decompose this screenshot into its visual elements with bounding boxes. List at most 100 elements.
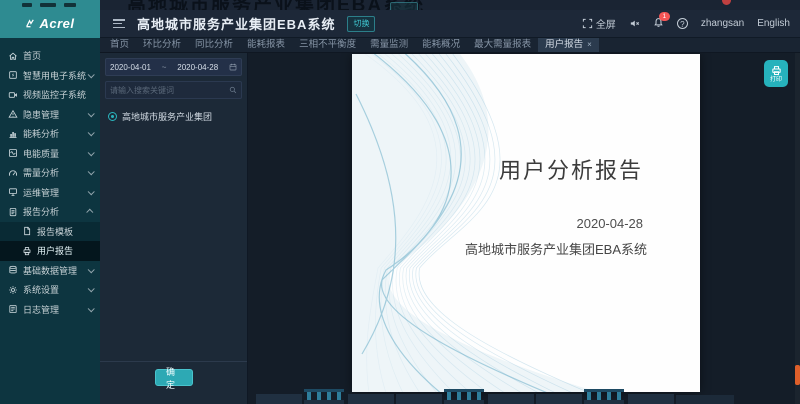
- date-start[interactable]: 2020-04-01: [110, 63, 151, 72]
- report-page: 用户分析报告 2020-04-28 高地城市服务产业集团EBA系统: [352, 54, 700, 392]
- energy-analysis-icon: [8, 129, 18, 139]
- sidebar-item-label: 隐患管理: [23, 108, 88, 121]
- sidebar-item-11[interactable]: 日志管理: [0, 300, 100, 320]
- mute-icon[interactable]: [629, 18, 640, 29]
- fullscreen-label: 全屏: [596, 16, 616, 31]
- hazard-icon: [8, 109, 18, 119]
- tab-4[interactable]: 三相不平衡度: [292, 38, 363, 52]
- chevron-down-icon: [88, 266, 95, 273]
- ghost-badge: [722, 0, 731, 5]
- fullscreen-icon: [582, 18, 593, 29]
- fullscreen-button[interactable]: 全屏: [582, 16, 616, 31]
- app-title: 高地城市服务产业集团EBA系统: [137, 14, 335, 33]
- sidebar-item-label: 用户报告: [37, 244, 93, 257]
- report-date: 2020-04-28: [577, 216, 644, 231]
- tab-8[interactable]: 用户报告 ×: [538, 38, 599, 52]
- settings-icon: [8, 285, 18, 295]
- tree-node-root[interactable]: 高地城市服务产业集团: [105, 110, 242, 123]
- sidebar-item-7[interactable]: 运维管理: [0, 183, 100, 203]
- acrel-logo-icon: [25, 18, 36, 29]
- tab-3[interactable]: 能耗报表: [240, 38, 292, 52]
- log-icon: [8, 304, 18, 314]
- confirm-button[interactable]: 确 定: [155, 369, 193, 386]
- date-end[interactable]: 2020-04-28: [177, 63, 218, 72]
- radio-selected-icon[interactable]: [108, 112, 117, 121]
- sidebar-item-label: 电能质量: [23, 147, 88, 160]
- report-subtitle: 高地城市服务产业集团EBA系统: [465, 239, 647, 258]
- date-range-picker[interactable]: 2020-04-01 ~ 2020-04-28: [105, 58, 242, 76]
- tab-label: 三相不平衡度: [299, 38, 356, 52]
- ghost-switch-button: [390, 2, 418, 10]
- sidebar-item-label: 智慧用电子系统: [23, 69, 88, 82]
- tab-bar: 首页环比分析同比分析能耗报表三相不平衡度需量监测能耗概况最大需量报表用户报告 ×: [100, 38, 800, 53]
- tab-close-icon[interactable]: ×: [587, 41, 592, 49]
- sidebar-item-label: 基础数据管理: [23, 264, 88, 277]
- sidebar-item-8[interactable]: 报告分析: [0, 202, 100, 222]
- chevron-down-icon: [88, 188, 95, 195]
- logo-text: Acrel: [39, 16, 74, 31]
- search-icon[interactable]: [229, 86, 237, 94]
- panel-divider: [100, 361, 247, 362]
- sidebar-item-4[interactable]: 能耗分析: [0, 124, 100, 144]
- sidebar-item-label: 需量分析: [23, 166, 88, 179]
- search-box: [105, 81, 242, 99]
- video-icon: [8, 90, 18, 100]
- sidebar-item-sub-0[interactable]: 报告模板: [0, 222, 100, 242]
- chevron-down-icon: [88, 130, 95, 137]
- tab-7[interactable]: 最大需量报表: [467, 38, 538, 52]
- menu-toggle-icon[interactable]: [113, 19, 125, 28]
- sidebar-item-3[interactable]: 隐患管理: [0, 105, 100, 125]
- tree-node-label: 高地城市服务产业集团: [122, 110, 212, 123]
- chevron-down-icon: [88, 305, 95, 312]
- sidebar: 首页智慧用电子系统视频监控子系统隐患管理能耗分析电能质量需量分析运维管理报告分析…: [0, 38, 100, 404]
- sidebar-item-6[interactable]: 需量分析: [0, 163, 100, 183]
- tab-label: 最大需量报表: [474, 38, 531, 52]
- sidebar-item-10[interactable]: 系统设置: [0, 280, 100, 300]
- ghost-title: 高地城市服务产业集团EBA系统: [127, 0, 425, 10]
- language-switcher[interactable]: English: [757, 18, 790, 29]
- sidebar-item-1[interactable]: 智慧用电子系统: [0, 66, 100, 86]
- header-actions: 全屏 1 ? zhangsan English: [582, 16, 800, 31]
- sidebar-item-label: 报告分析: [23, 205, 88, 218]
- tab-label: 首页: [110, 38, 129, 52]
- sidebar-item-2[interactable]: 视频监控子系统: [0, 85, 100, 105]
- sidebar-item-label: 视频监控子系统: [23, 88, 93, 101]
- username[interactable]: zhangsan: [701, 18, 744, 29]
- scrollbar-thumb[interactable]: [795, 365, 800, 385]
- tab-5[interactable]: 需量监测: [363, 38, 415, 52]
- sidebar-item-label: 日志管理: [23, 303, 88, 316]
- tab-2[interactable]: 同比分析: [188, 38, 240, 52]
- switch-project-button[interactable]: 切换: [347, 16, 375, 32]
- sidebar-item-label: 报告模板: [37, 225, 93, 238]
- tab-0[interactable]: 首页: [103, 38, 136, 52]
- report-viewer: 用户分析报告 2020-04-28 高地城市服务产业集团EBA系统 打印: [248, 53, 800, 404]
- smart-power-icon: [8, 70, 18, 80]
- date-separator: ~: [162, 63, 167, 72]
- report-title: 用户分析报告: [499, 153, 643, 185]
- sidebar-item-5[interactable]: 电能质量: [0, 144, 100, 164]
- notification-badge: 1: [659, 12, 670, 21]
- tab-label: 用户报告: [545, 38, 583, 52]
- panel-spacer: [105, 123, 242, 361]
- report-icon: [8, 207, 18, 217]
- sidebar-item-9[interactable]: 基础数据管理: [0, 261, 100, 281]
- printer-icon: [771, 65, 782, 76]
- demand-analysis-icon: [8, 168, 18, 178]
- help-icon[interactable]: ?: [677, 18, 688, 29]
- ghost-logo-block: [0, 0, 100, 10]
- wave-graphic: [352, 54, 700, 392]
- scrollbar-track[interactable]: [795, 53, 800, 404]
- notifications-button[interactable]: 1: [653, 17, 664, 31]
- sidebar-item-0[interactable]: 首页: [0, 46, 100, 66]
- home-icon: [8, 51, 18, 61]
- tab-label: 能耗报表: [247, 38, 285, 52]
- chevron-down-icon: [88, 110, 95, 117]
- search-input[interactable]: [110, 86, 229, 95]
- tab-6[interactable]: 能耗概况: [415, 38, 467, 52]
- print-button[interactable]: 打印: [764, 60, 788, 87]
- filter-panel: 2020-04-01 ~ 2020-04-28 高地城市服务产业集团 确 定: [100, 53, 248, 404]
- header-bar: Acrel 高地城市服务产业集团EBA系统 切换 全屏 1 ? zhangsan…: [0, 10, 800, 38]
- sidebar-item-sub-1[interactable]: 用户报告: [0, 241, 100, 261]
- tab-1[interactable]: 环比分析: [136, 38, 188, 52]
- user-report-icon: [22, 246, 32, 256]
